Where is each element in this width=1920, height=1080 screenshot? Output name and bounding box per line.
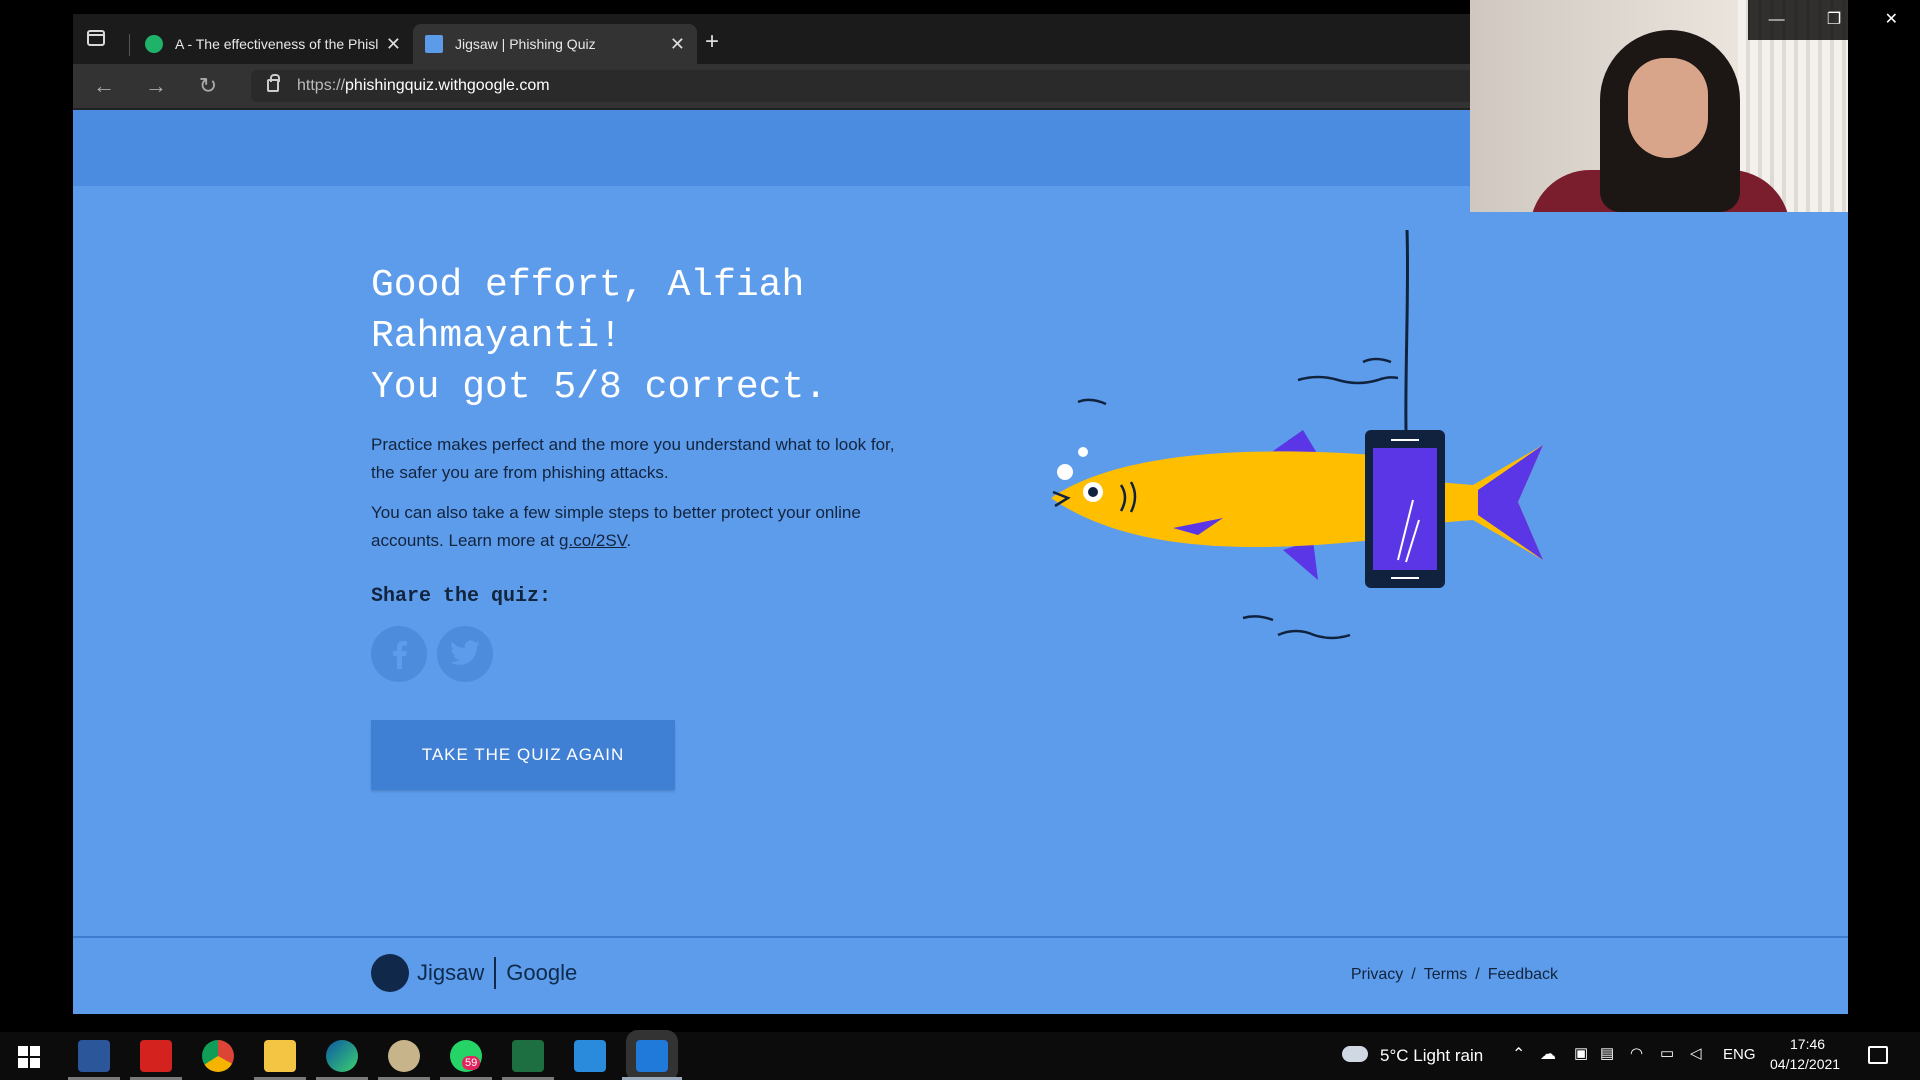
tab-title: A - The effectiveness of the Phisl (175, 36, 378, 52)
chrome-icon[interactable] (202, 1040, 234, 1072)
new-tab-button[interactable]: + (705, 30, 719, 54)
link-separator: / (1475, 966, 1480, 983)
whatsapp-badge: 59 (462, 1056, 481, 1070)
protect-suffix: . (626, 531, 632, 550)
logo-divider (494, 957, 497, 989)
rain-cloud-icon (1342, 1046, 1368, 1062)
forward-arrow-icon[interactable]: → (141, 72, 171, 100)
edge-icon[interactable] (326, 1040, 358, 1072)
tab-favicon-icon (425, 35, 443, 53)
url-input[interactable]: https://phishingquiz.withgoogle.com (251, 70, 1511, 102)
meet-now-icon[interactable]: ▣ (1574, 1044, 1588, 1062)
fish-hook-illustration (1051, 230, 1543, 640)
take-quiz-again-button[interactable]: TAKE THE QUIZ AGAIN (371, 720, 675, 790)
google-wordmark: Google (506, 960, 578, 985)
headline-score: You got 5/8 correct. (371, 366, 828, 409)
terms-link[interactable]: Terms (1424, 966, 1468, 983)
close-icon[interactable]: ✕ (1863, 0, 1920, 40)
wifi-icon[interactable]: ◠ (1630, 1044, 1643, 1062)
back-arrow-icon[interactable]: ← (89, 72, 119, 100)
link-separator: / (1411, 966, 1416, 983)
clock-time[interactable]: 17:46 (1790, 1036, 1825, 1052)
quiz-result-page: Good effort, Alfiah Rahmayanti! You got … (73, 110, 1848, 1014)
word-icon[interactable] (78, 1040, 110, 1072)
twitter-icon (450, 640, 480, 665)
excel-icon[interactable] (512, 1040, 544, 1072)
result-content: Good effort, Alfiah Rahmayanti! You got … (371, 260, 911, 790)
url-host: phishingquiz.withgoogle.com (345, 77, 550, 94)
language-indicator[interactable]: ENG (1723, 1046, 1756, 1063)
footer-links: Privacy / Terms / Feedback (1351, 966, 1558, 984)
volume-icon[interactable]: ◁ (1690, 1044, 1702, 1062)
lock-icon (267, 74, 280, 92)
twitter-share-button[interactable] (437, 626, 493, 682)
tab-actions-icon[interactable] (87, 30, 105, 46)
weather-text[interactable]: 5°C Light rain (1380, 1046, 1483, 1066)
tab-phishing-quiz[interactable]: Jigsaw | Phishing Quiz ✕ (413, 24, 697, 64)
chevron-up-icon[interactable]: ⌃ (1512, 1044, 1525, 1064)
refresh-icon[interactable]: ↻ (193, 72, 223, 100)
restore-icon[interactable]: ❐ (1805, 0, 1862, 40)
taskbar: 59 5°C Light rain ⌃ ☁ ▣ ▤ ◠ ▭ ◁ ENG 17:4… (0, 1032, 1920, 1080)
display-icon[interactable]: ▤ (1600, 1044, 1614, 1062)
webcam-person-face (1628, 58, 1708, 158)
share-title: Share the quiz: (371, 585, 552, 608)
headline-line: Good effort, Alfiah (371, 264, 805, 307)
result-headline: Good effort, Alfiah Rahmayanti! You got … (371, 260, 911, 413)
acrobat-icon[interactable] (140, 1040, 172, 1072)
tab-close-icon[interactable]: ✕ (670, 34, 685, 55)
tab-effectiveness[interactable]: A - The effectiveness of the Phisl ✕ (133, 24, 413, 64)
url-scheme: https:// (297, 77, 346, 94)
privacy-link[interactable]: Privacy (1351, 966, 1403, 983)
window-controls: — ❐ ✕ (1748, 0, 1920, 40)
2sv-link[interactable]: g.co/2SV (559, 531, 626, 550)
tab-divider (129, 34, 130, 56)
photos-icon[interactable] (574, 1040, 606, 1072)
file-explorer-icon[interactable] (264, 1040, 296, 1072)
notification-icon[interactable] (1868, 1046, 1888, 1064)
feedback-link[interactable]: Feedback (1488, 966, 1558, 983)
clock-date[interactable]: 04/12/2021 (1770, 1056, 1840, 1072)
tab-favicon-icon (145, 35, 163, 53)
video-app-icon[interactable] (636, 1040, 668, 1072)
tab-title: Jigsaw | Phishing Quiz (455, 36, 596, 52)
facebook-icon (393, 641, 407, 669)
battery-icon[interactable]: ▭ (1660, 1044, 1674, 1062)
social-share (371, 626, 911, 682)
onedrive-icon[interactable]: ☁ (1540, 1044, 1556, 1064)
jigsaw-logo-icon (371, 954, 409, 992)
minimize-icon[interactable]: — (1748, 0, 1805, 40)
jigsaw-wordmark: Jigsaw (417, 960, 485, 985)
protect-paragraph: You can also take a few simple steps to … (371, 499, 911, 555)
page-footer: Jigsaw Google Privacy / Terms / Feedback (73, 936, 1848, 1014)
facebook-share-button[interactable] (371, 626, 427, 682)
practice-paragraph: Practice makes perfect and the more you … (371, 435, 895, 482)
windows-start-icon[interactable] (18, 1046, 40, 1068)
paint-icon[interactable] (388, 1040, 420, 1072)
headline-line: Rahmayanti! (371, 315, 622, 358)
jigsaw-google-logo[interactable]: Jigsaw Google (371, 954, 577, 992)
tab-close-icon[interactable]: ✕ (386, 34, 401, 55)
